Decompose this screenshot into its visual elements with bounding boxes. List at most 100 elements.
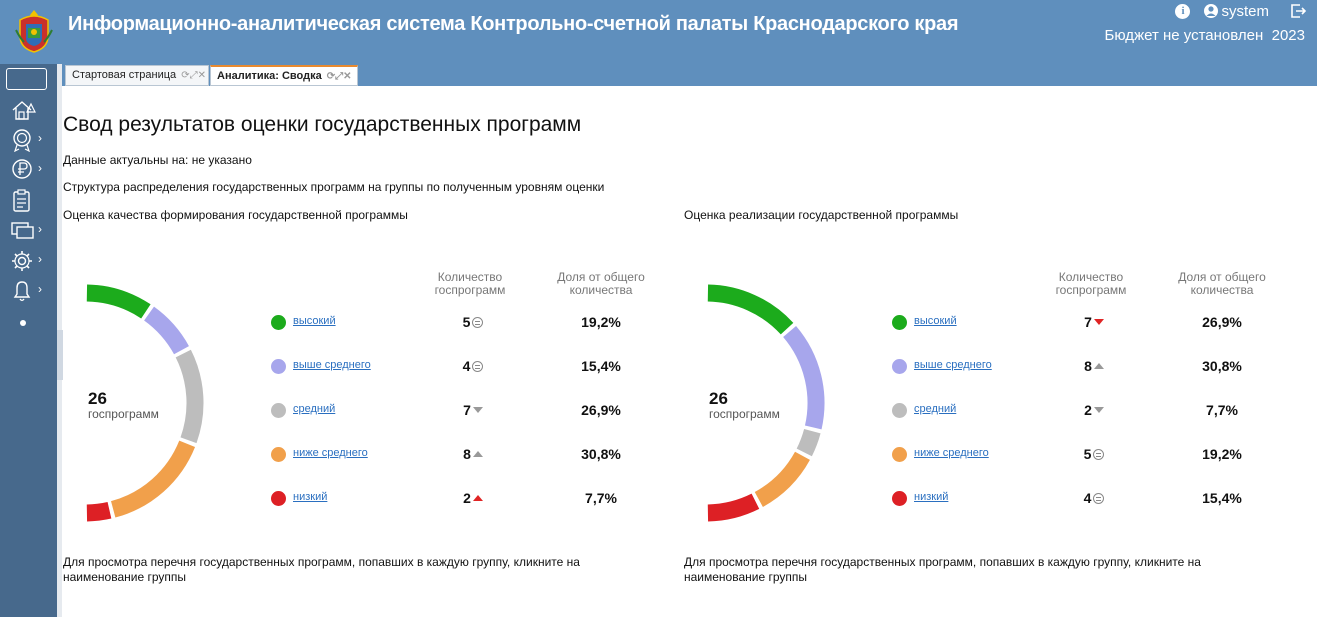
legend-dot-low: [271, 491, 286, 506]
group-link-mid[interactable]: средний: [293, 403, 335, 415]
total-label: госпрограмм: [88, 407, 159, 421]
group-count: 4: [462, 358, 471, 374]
tab-analytics-summary[interactable]: Аналитика: Сводка ⟳⤢✕: [210, 65, 358, 86]
group-count: 5: [1083, 446, 1092, 462]
group-share: 30,8%: [581, 446, 621, 462]
donut-segment-low[interactable]: [86, 501, 112, 522]
group-link-high[interactable]: высокий: [914, 315, 957, 327]
sidebar-item-home[interactable]: [11, 98, 51, 122]
chevron-right-icon: ›: [38, 282, 42, 296]
column-header-share: Доля от общего количества: [557, 270, 645, 297]
screens-icon: [11, 222, 34, 239]
app-header: Информационно-аналитическая система Конт…: [0, 0, 1317, 64]
legend-dot-above: [892, 359, 907, 374]
legend-dot-above: [271, 359, 286, 374]
donut-segment-above[interactable]: [143, 306, 189, 355]
sidebar-item-settings[interactable]: ›: [11, 249, 51, 273]
user-icon: [1204, 4, 1219, 18]
legend-dot-high: [892, 315, 907, 330]
legend-dot-mid: [271, 403, 286, 418]
trend-equal-icon: [1093, 492, 1105, 504]
clipboard-icon: [13, 189, 30, 212]
krasnodar-emblem-logo: [15, 10, 53, 53]
sidebar-dot: [20, 320, 26, 326]
legend-dot-high: [271, 315, 286, 330]
group-link-low[interactable]: низкий: [914, 491, 948, 503]
legend-dot-below: [892, 447, 907, 462]
legend-dot-low: [892, 491, 907, 506]
group-count: 8: [463, 446, 471, 462]
group-count-cell: 8: [453, 446, 493, 462]
group-share: 7,7%: [1206, 402, 1238, 418]
trend-equal-icon: [1093, 448, 1105, 460]
info-icon[interactable]: i: [1175, 3, 1191, 19]
user-name: system: [1221, 2, 1269, 20]
donut-segment-high[interactable]: [86, 284, 151, 319]
total-label: госпрограмм: [709, 407, 780, 421]
sidebar-item-finance[interactable]: ›: [11, 158, 51, 182]
chevron-right-icon: ›: [38, 222, 42, 236]
group-link-low[interactable]: низкий: [293, 491, 327, 503]
trend-equal-icon: [472, 316, 484, 328]
group-link-above[interactable]: выше среднего: [293, 359, 371, 371]
budget-status: Бюджет не установлен 2023: [1105, 27, 1305, 44]
group-link-above[interactable]: выше среднего: [914, 359, 992, 371]
group-link-below[interactable]: ниже среднего: [293, 447, 368, 459]
sidebar-item-ratings[interactable]: ›: [11, 128, 51, 152]
group-count-cell: 5: [1074, 446, 1114, 462]
trend-down-icon: [1093, 407, 1104, 413]
group-count: 2: [1084, 402, 1092, 418]
donut-segment-mid[interactable]: [175, 349, 204, 444]
bell-icon: [13, 281, 31, 302]
total-count: 26: [88, 389, 107, 408]
user-menu[interactable]: system: [1204, 3, 1269, 20]
tab-controls-icon[interactable]: ⟳⤢✕: [327, 71, 352, 82]
group-share: 19,2%: [581, 314, 621, 330]
total-count: 26: [709, 389, 728, 408]
group-count: 5: [462, 314, 471, 330]
sidebar-item-notifications[interactable]: ›: [11, 279, 51, 303]
trend-down-icon: [1093, 319, 1104, 325]
donut-segment-mid[interactable]: [796, 428, 821, 457]
group-count-cell: 2: [1074, 402, 1114, 418]
group-link-below[interactable]: ниже среднего: [914, 447, 989, 459]
sidebar-item-reports[interactable]: [11, 189, 51, 213]
group-link-mid[interactable]: средний: [914, 403, 956, 415]
donut-segment-below[interactable]: [754, 451, 810, 507]
group-count: 7: [463, 402, 471, 418]
actual-label: Данные актуальны на:: [63, 153, 189, 167]
home-trees-icon: [12, 101, 36, 120]
legend-dot-mid: [892, 403, 907, 418]
group-count-cell: 4: [1074, 490, 1114, 506]
trend-up-icon: [1093, 363, 1104, 369]
donut-segment-below[interactable]: [110, 440, 196, 518]
budget-label: Бюджет не установлен: [1104, 27, 1264, 44]
group-count-cell: 5: [453, 314, 493, 330]
group-count: 4: [1083, 490, 1092, 506]
group-link-high[interactable]: высокий: [293, 315, 336, 327]
donut-segment-above[interactable]: [782, 325, 825, 430]
tab-bar: Стартовая страница ⟳⤢✕ Аналитика: Сводка…: [62, 64, 1317, 86]
group-count: 8: [1084, 358, 1092, 374]
tab-label: Стартовая страница: [72, 69, 177, 81]
group-count: 2: [463, 490, 471, 506]
data-actual-line: Данные актуальны на: не указано: [63, 153, 252, 167]
group-share: 26,9%: [581, 402, 621, 418]
tab-controls-icon[interactable]: ⟳⤢✕: [181, 70, 206, 81]
group-count-cell: 8: [1074, 358, 1114, 374]
trend-up-icon: [472, 495, 483, 501]
sidebar-item-windows[interactable]: ›: [11, 219, 51, 243]
legend-dot-below: [271, 447, 286, 462]
group-count-cell: 7: [453, 402, 493, 418]
group-share: 15,4%: [1202, 490, 1242, 506]
tab-start-page[interactable]: Стартовая страница ⟳⤢✕: [65, 65, 209, 86]
sidebar-search-box[interactable]: [6, 68, 47, 90]
app-title: Информационно-аналитическая система Конт…: [68, 13, 959, 35]
donut-segment-high[interactable]: [707, 284, 794, 335]
column-header-count: Количество госпрограмм: [1055, 270, 1127, 297]
group-count-cell: 2: [453, 490, 493, 506]
page-title: Свод результатов оценки государственных …: [63, 113, 582, 136]
chevron-right-icon: ›: [38, 252, 42, 266]
logout-icon[interactable]: [1289, 2, 1307, 20]
donut-segment-low[interactable]: [707, 493, 760, 522]
